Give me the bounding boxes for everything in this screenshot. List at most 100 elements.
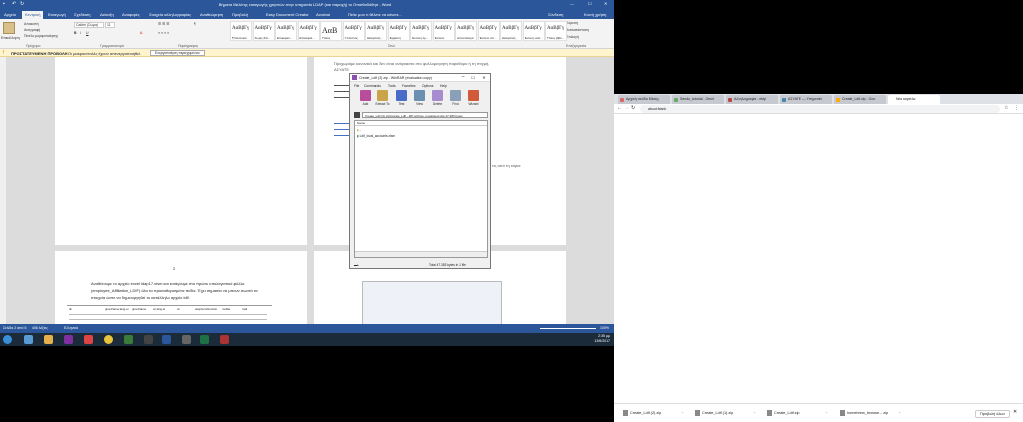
- style-gallery-item[interactable]: AαBβΓγ Χωρίς διά...: [252, 21, 275, 41]
- style-gallery-item[interactable]: AαBβΓγ Έμφαση: [387, 21, 410, 41]
- download-item[interactable]: Create_Ldif (2).zip ˆ: [623, 410, 683, 416]
- up-folder-icon[interactable]: [354, 112, 360, 118]
- tab-home[interactable]: Κεντρική: [22, 11, 44, 19]
- chrome-tab-active[interactable]: Νέα καρτέλα: [888, 95, 940, 104]
- minimize-button[interactable]: —: [570, 1, 574, 6]
- column-name[interactable]: Name: [355, 121, 487, 126]
- bullets-icon[interactable]: ☰ ☰ ☰: [158, 22, 169, 26]
- underline-button[interactable]: U: [86, 31, 89, 35]
- menu-tools[interactable]: Tools: [388, 84, 396, 88]
- close-button[interactable]: ✕: [604, 1, 607, 6]
- menu-file[interactable]: File: [354, 84, 359, 88]
- style-gallery-item[interactable]: AαBβΓγ ¶ Κανονικό: [230, 21, 252, 41]
- tab-references[interactable]: Αναφορές: [122, 12, 140, 17]
- chrome-tab[interactable]: ΑΣΥΑΤΕ — Υπηρεσία: [780, 95, 832, 104]
- app-icon[interactable]: [64, 335, 73, 344]
- tab-file[interactable]: Αρχείο: [4, 12, 16, 17]
- maximize-button[interactable]: ☐: [588, 1, 592, 6]
- tab-mailings[interactable]: Στοιχεία αλληλογραφίας: [149, 12, 191, 17]
- system-clock[interactable]: 2:35 μμ 13/6/2017: [594, 334, 610, 344]
- menu-help[interactable]: Help: [440, 84, 447, 88]
- redo-icon[interactable]: ↻: [20, 1, 24, 7]
- style-gallery-item[interactable]: AαBβΓγ Έντονη ανα...: [522, 21, 545, 41]
- tab-layout[interactable]: Διάταξη: [100, 12, 114, 17]
- app-icon[interactable]: [84, 335, 93, 344]
- horizontal-scrollbar[interactable]: [355, 251, 487, 257]
- find-button[interactable]: Εύρεση: [566, 21, 578, 25]
- menu-commands[interactable]: Commands: [364, 84, 381, 88]
- find-button[interactable]: Find: [448, 90, 463, 109]
- forward-icon[interactable]: →: [624, 105, 629, 111]
- menu-favorites[interactable]: Favorites: [402, 84, 416, 88]
- style-gallery-item[interactable]: AαBβΓγ Υπότιτλος: [342, 21, 365, 41]
- excel-icon[interactable]: [200, 335, 209, 344]
- chrome-tab[interactable]: Create_Ldif.zip - Goo: [834, 95, 886, 104]
- style-gallery-item[interactable]: AαBβΓγ Διακριτική...: [365, 21, 387, 41]
- font-color-button[interactable]: A: [140, 31, 142, 35]
- chrome-tab[interactable]: Αρχική σελίδα Μέσης: [618, 95, 670, 104]
- replace-button[interactable]: Αντικατάσταση: [566, 28, 589, 32]
- font-name-select[interactable]: Calibri (Σώμα): [74, 22, 104, 28]
- zoom-slider[interactable]: [540, 328, 596, 329]
- tab-review[interactable]: Αναθεώρηση: [200, 12, 223, 17]
- menu-icon[interactable]: ⋮: [1014, 105, 1019, 111]
- download-item[interactable]: Create_Ldif.zip ˆ: [767, 410, 827, 416]
- wizard-button[interactable]: Wizard: [466, 90, 481, 109]
- style-gallery-item[interactable]: AαBβΓγ Επικεφαλ...: [275, 21, 297, 41]
- close-icon[interactable]: ✕: [1013, 409, 1017, 415]
- cut-button[interactable]: Αποκοπή: [24, 22, 39, 26]
- style-gallery-item[interactable]: AαBβΓγ Διακριτική...: [500, 21, 522, 41]
- undo-icon[interactable]: ↶: [12, 1, 16, 7]
- tell-me-search[interactable]: Πείτε μου τι θέλετε να κάνετε...: [348, 12, 402, 17]
- show-all-downloads-button[interactable]: Προβολή όλων: [975, 410, 1011, 418]
- star-icon[interactable]: ☆: [1004, 105, 1008, 111]
- archive-path-field[interactable]: Create_Ldif (2).zip\Create_Ldif - ZIP ar…: [362, 112, 488, 118]
- select-button[interactable]: Επιλογή: [566, 35, 579, 39]
- bold-button[interactable]: B: [74, 31, 77, 35]
- delete-button[interactable]: Delete: [430, 90, 445, 109]
- show-marks-icon[interactable]: ¶: [194, 22, 196, 26]
- chrome-tab[interactable]: Sendo_tutorial - Omni: [672, 95, 724, 104]
- extract-to-button[interactable]: Extract To: [375, 90, 390, 109]
- winrar-icon[interactable]: [182, 335, 191, 344]
- signin-link[interactable]: Σύνδεση: [548, 12, 563, 17]
- test-button[interactable]: Test: [394, 90, 409, 109]
- tab-easy-document-creator[interactable]: Easy Document Creator: [266, 12, 309, 17]
- menu-options[interactable]: Options: [422, 84, 433, 88]
- view-button[interactable]: View: [412, 90, 427, 109]
- maximize-button[interactable]: ☐: [468, 74, 478, 81]
- app-icon[interactable]: [124, 335, 133, 344]
- share-button[interactable]: Κοινή χρήση: [584, 12, 606, 17]
- download-item[interactable]: homebrew_browse....zip ˆ: [840, 410, 900, 416]
- italic-button[interactable]: I: [80, 31, 81, 35]
- align-icon[interactable]: ≡ ≡ ≡ ≡: [158, 31, 169, 35]
- download-item[interactable]: Create_Ldif (1).zip ˆ: [695, 410, 755, 416]
- paste-button[interactable]: Επικόλληση: [1, 36, 20, 40]
- start-icon[interactable]: [3, 335, 12, 344]
- style-gallery-item[interactable]: AαBβΓγ Τίτλος βιβλ...: [545, 21, 567, 41]
- style-gallery-item[interactable]: AαBβΓγ Έντονο απ...: [477, 21, 500, 41]
- style-gallery-item[interactable]: AαBβΓγ Επικεφαλ...: [297, 21, 320, 41]
- style-gallery-item[interactable]: AαΒ Τίτλος: [320, 21, 342, 41]
- close-button[interactable]: ✕: [479, 74, 489, 81]
- enable-content-button[interactable]: Ενεργοποίηση περιεχομένου: [150, 50, 205, 56]
- archive-file-list[interactable]: Name ▮ .. ▮ Ldif_local_accounts.xlsm: [354, 120, 488, 258]
- reload-icon[interactable]: ↻: [631, 105, 635, 111]
- tab-acrobat[interactable]: Acrobat: [316, 12, 330, 17]
- app-icon[interactable]: [144, 335, 153, 344]
- word-icon[interactable]: [162, 335, 171, 344]
- tab-view[interactable]: Προβολή: [232, 12, 248, 17]
- list-item-parent[interactable]: ▮ ..: [357, 128, 361, 132]
- tab-insert[interactable]: Εισαγωγή: [48, 12, 66, 17]
- font-size-select[interactable]: 11: [105, 22, 115, 28]
- tab-design[interactable]: Σχεδίαση: [74, 12, 90, 17]
- style-gallery-item[interactable]: AαBβΓγ Έντονο: [432, 21, 455, 41]
- chrome-icon[interactable]: [104, 335, 113, 344]
- copy-button[interactable]: Αντιγραφή: [24, 28, 40, 32]
- list-item-file[interactable]: ▮ Ldif_local_accounts.xlsm: [357, 134, 395, 138]
- chrome-tab[interactable]: Αλληλογραφία - ektp: [726, 95, 778, 104]
- folder-icon[interactable]: [44, 335, 53, 344]
- minimize-button[interactable]: –: [458, 74, 468, 81]
- back-icon[interactable]: ←: [617, 105, 622, 111]
- address-bar[interactable]: about:blank: [640, 105, 1000, 113]
